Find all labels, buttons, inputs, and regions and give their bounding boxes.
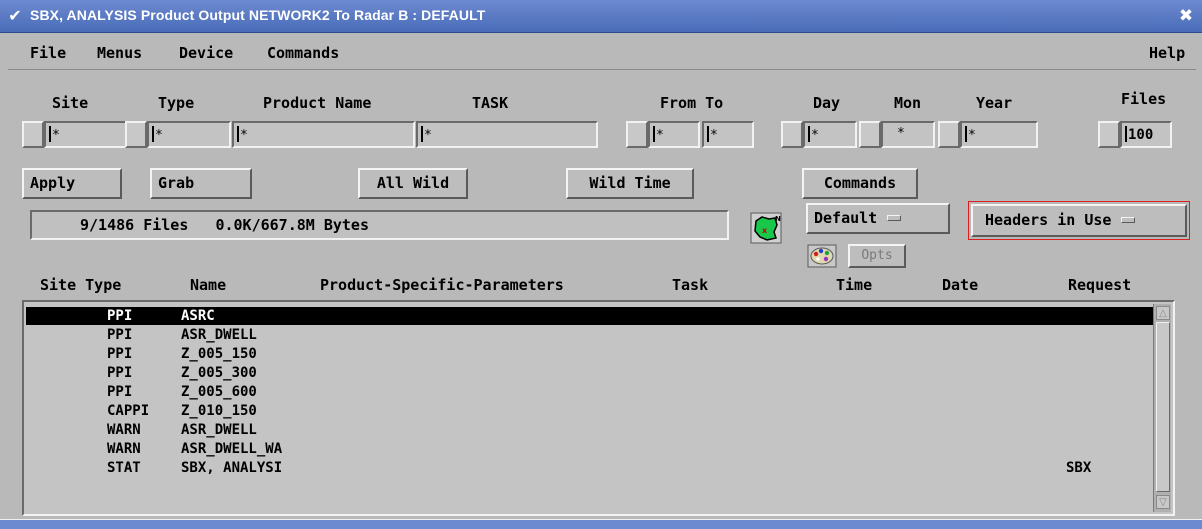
row-type: PPI <box>107 384 133 400</box>
files-field-toggle[interactable] <box>1098 121 1120 148</box>
opts-button[interactable]: Opts <box>848 244 906 268</box>
row-type: WARN <box>107 441 141 457</box>
window-title: SBX, ANALYSIS Product Output NETWORK2 To… <box>30 7 486 23</box>
window-bottom-edge <box>0 519 1202 529</box>
label-day: Day <box>813 94 841 112</box>
row-type: PPI <box>107 346 133 362</box>
table-row[interactable]: WARN ASR_DWELL <box>26 421 1166 439</box>
from-input[interactable]: * <box>648 121 700 148</box>
table-row[interactable]: PPI Z_005_300 <box>26 364 1166 382</box>
default-dropdown-label: Default <box>814 209 878 227</box>
apply-button[interactable]: Apply <box>22 168 122 199</box>
dropdown-indicator-icon <box>1121 217 1136 223</box>
files-input[interactable]: 100 <box>1120 121 1172 148</box>
palette-icon[interactable] <box>807 244 837 268</box>
column-date[interactable]: Date <box>942 276 978 294</box>
dropdown-indicator-icon <box>887 215 902 221</box>
wild-time-button[interactable]: Wild Time <box>566 168 694 199</box>
list-scrollbar[interactable]: △ ▽ <box>1153 304 1171 512</box>
day-field-toggle[interactable] <box>781 121 803 148</box>
menu-bar: File Menus Device Commands Help <box>8 36 1196 70</box>
row-name: Z_005_300 <box>181 365 257 381</box>
type-input[interactable]: * <box>147 121 231 148</box>
row-name: Z_005_600 <box>181 384 257 400</box>
day-input[interactable]: * <box>803 121 857 148</box>
row-type: WARN <box>107 422 141 438</box>
row-name: SBX, ANALYSI <box>181 460 283 476</box>
chevron-down-icon[interactable]: ✔ <box>4 6 26 26</box>
row-name: ASR_DWELL <box>181 422 257 438</box>
row-request: SBX <box>1066 460 1092 476</box>
column-request[interactable]: Request <box>1068 276 1131 294</box>
label-type: Type <box>158 94 195 112</box>
mon-input[interactable]: * <box>881 121 935 148</box>
row-type: PPI <box>107 308 133 324</box>
grab-button[interactable]: Grab <box>150 168 252 199</box>
default-dropdown[interactable]: Default <box>806 203 950 234</box>
row-name: ASR_DWELL_WA <box>181 441 283 457</box>
label-task: TASK <box>472 94 509 112</box>
menu-file[interactable]: File <box>30 44 66 62</box>
table-row[interactable]: PPI Z_005_150 <box>26 345 1166 363</box>
byte-count: 0.0K/667.8M Bytes <box>215 216 369 234</box>
label-mon: Mon <box>894 94 922 112</box>
type-field-toggle[interactable] <box>125 121 147 148</box>
table-row[interactable]: STAT SBX, ANALYSI SBX <box>26 459 1166 477</box>
row-name: Z_005_150 <box>181 346 257 362</box>
table-row[interactable]: CAPPI Z_010_150 <box>26 402 1166 420</box>
column-task[interactable]: Task <box>672 276 708 294</box>
title-bar: ✔ SBX, ANALYSIS Product Output NETWORK2 … <box>0 0 1202 33</box>
close-icon[interactable]: ✖ <box>1176 6 1196 26</box>
label-product-name: Product Name <box>263 94 372 112</box>
task-input[interactable]: * <box>416 121 598 148</box>
menu-menus[interactable]: Menus <box>97 44 142 62</box>
row-name: ASRC <box>181 308 215 324</box>
to-input[interactable]: * <box>702 121 754 148</box>
map-icon[interactable]: x N <box>750 212 782 244</box>
headers-dropdown[interactable]: Headers in Use <box>971 204 1187 237</box>
row-type: PPI <box>107 365 133 381</box>
mon-field-toggle[interactable] <box>859 121 881 148</box>
headers-dropdown-frame: Headers in Use <box>968 201 1190 240</box>
product-name-input[interactable]: * <box>232 121 415 148</box>
menu-device[interactable]: Device <box>179 44 233 62</box>
menu-commands[interactable]: Commands <box>267 44 339 62</box>
row-type: STAT <box>107 460 141 476</box>
site-field-toggle[interactable] <box>22 121 44 148</box>
table-row[interactable]: PPI ASRC <box>26 307 1166 325</box>
label-files: Files <box>1121 90 1167 108</box>
commands-button[interactable]: Commands <box>802 168 918 199</box>
column-params[interactable]: Product-Specific-Parameters <box>320 276 564 294</box>
label-from-to: From To <box>660 94 724 112</box>
column-time[interactable]: Time <box>836 276 872 294</box>
headers-dropdown-label: Headers in Use <box>985 211 1112 229</box>
scroll-up-icon[interactable]: △ <box>1156 306 1170 320</box>
file-count: 9/1486 Files <box>80 216 189 234</box>
label-site: Site <box>52 94 89 112</box>
status-display: 9/1486 Files 0.0K/667.8M Bytes <box>30 210 729 240</box>
column-name[interactable]: Name <box>190 276 226 294</box>
table-row[interactable]: PPI ASR_DWELL <box>26 326 1166 344</box>
row-type: PPI <box>107 327 133 343</box>
menu-help[interactable]: Help <box>1149 44 1185 62</box>
scroll-down-icon[interactable]: ▽ <box>1156 495 1170 509</box>
row-type: CAPPI <box>107 403 150 419</box>
table-row[interactable]: WARN ASR_DWELL_WA <box>26 440 1166 458</box>
row-name: ASR_DWELL <box>181 327 257 343</box>
scrollbar-thumb[interactable] <box>1156 322 1170 492</box>
svg-text:x: x <box>762 226 768 235</box>
column-site-type[interactable]: Site Type <box>40 276 121 294</box>
svg-text:N: N <box>775 215 781 223</box>
year-field-toggle[interactable] <box>938 121 960 148</box>
row-name: Z_010_150 <box>181 403 257 419</box>
label-year: Year <box>976 94 1013 112</box>
table-row[interactable]: PPI Z_005_600 <box>26 383 1166 401</box>
product-list[interactable]: PPI ASRC PPI ASR_DWELL PPI Z_005_150 PPI… <box>22 300 1175 516</box>
all-wild-button[interactable]: All Wild <box>358 168 468 199</box>
year-input[interactable]: * <box>960 121 1038 148</box>
from-field-toggle[interactable] <box>626 121 648 148</box>
